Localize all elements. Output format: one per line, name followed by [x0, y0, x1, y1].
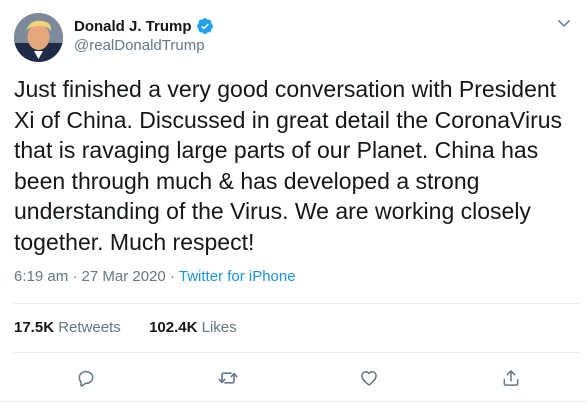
avatar[interactable]: [14, 13, 63, 62]
action-bar: [0, 366, 587, 390]
heart-icon: [359, 368, 379, 388]
tweet-text: Just finished a very good conversation w…: [14, 76, 563, 255]
display-name[interactable]: Donald J. Trump: [74, 18, 192, 35]
chevron-down-icon[interactable]: [555, 14, 573, 32]
tweet-source[interactable]: Twitter for iPhone: [179, 268, 296, 285]
reply-icon: [76, 368, 96, 388]
author-info: Donald J. Trump @realDonaldTrump: [74, 16, 214, 54]
retweets-count: 17.5K: [14, 319, 55, 336]
likes-label: Likes: [201, 319, 237, 336]
retweet-button[interactable]: [216, 366, 240, 390]
reply-button[interactable]: [74, 366, 98, 390]
tweet-stats: 17.5K Retweets 102.4K Likes: [14, 319, 237, 336]
name-row: Donald J. Trump: [74, 16, 214, 36]
divider: [14, 352, 580, 353]
divider: [14, 303, 580, 304]
retweets-label: Retweets: [58, 319, 121, 336]
avatar-image: [14, 13, 63, 62]
tweet-time[interactable]: 6:19 am: [14, 268, 68, 285]
retweet-icon: [217, 367, 239, 389]
tweet-date[interactable]: 27 Mar 2020: [82, 268, 166, 285]
tweet-card: Donald J. Trump @realDonaldTrump Just fi…: [0, 0, 587, 402]
retweets-stat[interactable]: 17.5K Retweets: [14, 319, 125, 336]
handle[interactable]: @realDonaldTrump: [74, 37, 214, 54]
verified-badge-icon: [196, 17, 214, 35]
like-button[interactable]: [357, 366, 381, 390]
share-button[interactable]: [499, 366, 523, 390]
tweet-meta: 6:19 am · 27 Mar 2020 · Twitter for iPho…: [14, 268, 296, 285]
likes-count: 102.4K: [149, 319, 198, 336]
likes-stat[interactable]: 102.4K Likes: [149, 319, 237, 336]
meta-separator: ·: [169, 268, 175, 285]
share-icon: [501, 368, 521, 388]
meta-separator: ·: [72, 268, 78, 285]
